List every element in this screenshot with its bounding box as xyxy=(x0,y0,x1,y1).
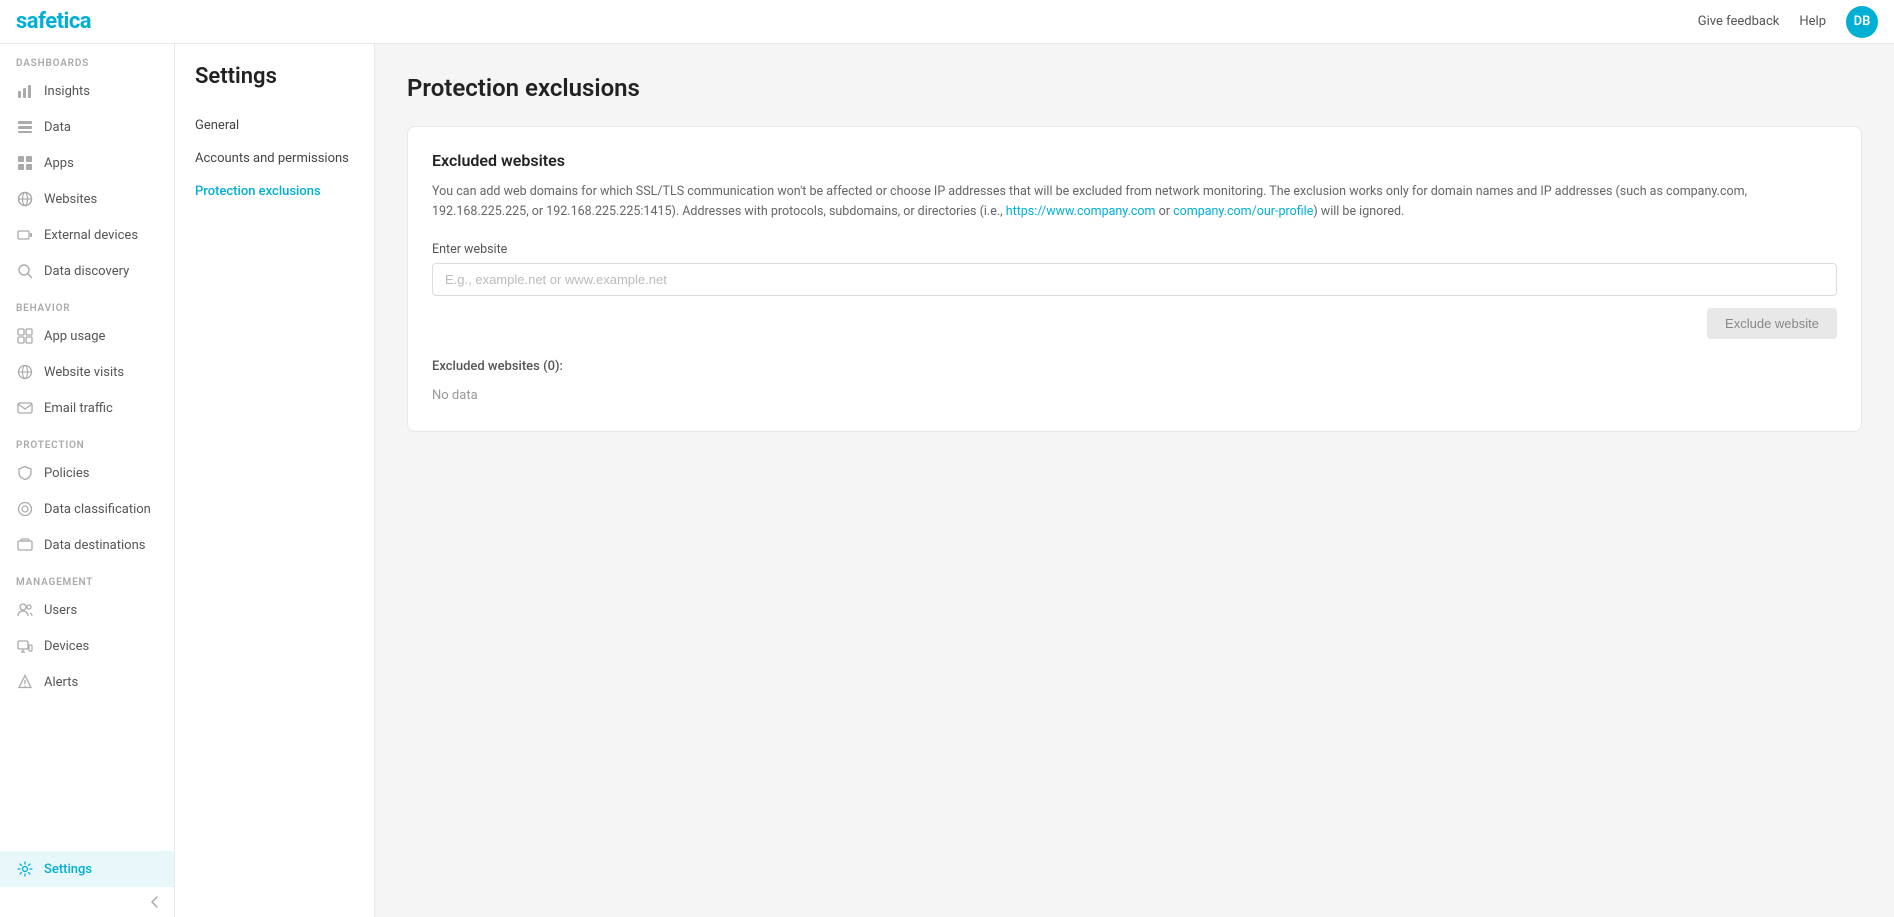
behavior-section-label: BEHAVIOR xyxy=(0,289,174,318)
sidebar-item-insights[interactable]: Insights xyxy=(0,73,174,109)
sidebar-item-data-classification-label: Data classification xyxy=(44,502,151,517)
exclude-btn-row: Exclude website xyxy=(432,308,1837,339)
data-classification-icon xyxy=(16,500,34,518)
sidebar-item-apps-label: Apps xyxy=(44,156,74,171)
insights-icon xyxy=(16,82,34,100)
settings-title: Settings xyxy=(175,64,374,109)
topbar: safetica Give feedback Help DB xyxy=(0,0,1894,44)
website-visits-icon xyxy=(16,363,34,381)
excluded-websites-card: Excluded websites You can add web domain… xyxy=(407,126,1862,432)
app-usage-icon xyxy=(16,327,34,345)
data-discovery-icon xyxy=(16,262,34,280)
sidebar-item-data-discovery-label: Data discovery xyxy=(44,264,129,279)
sidebar-item-devices[interactable]: Devices xyxy=(0,628,174,664)
sidebar-item-websites-label: Websites xyxy=(44,192,97,207)
data-destinations-icon xyxy=(16,536,34,554)
settings-nav-protection-exclusions[interactable]: Protection exclusions xyxy=(175,175,374,208)
sidebar-item-policies-label: Policies xyxy=(44,466,89,481)
sidebar-collapse-button[interactable] xyxy=(0,887,174,917)
sidebar-item-external-devices-label: External devices xyxy=(44,228,138,243)
sidebar-item-users-label: Users xyxy=(44,603,77,618)
settings-nav-accounts-permissions[interactable]: Accounts and permissions xyxy=(175,142,374,175)
dashboards-section-label: DASHBOARDS xyxy=(0,44,174,73)
users-icon xyxy=(16,601,34,619)
alerts-icon xyxy=(16,673,34,691)
sidebar-item-devices-label: Devices xyxy=(44,639,89,654)
topbar-right: Give feedback Help DB xyxy=(1698,6,1878,38)
avatar[interactable]: DB xyxy=(1846,6,1878,38)
sidebar-item-app-usage-label: App usage xyxy=(44,329,105,344)
sidebar-item-data-label: Data xyxy=(44,120,71,135)
logo: safetica xyxy=(16,9,91,34)
email-traffic-icon xyxy=(16,399,34,417)
main-content: Settings General Accounts and permission… xyxy=(175,44,1894,917)
settings-nav-general[interactable]: General xyxy=(175,109,374,142)
excluded-count-label: Excluded websites (0): xyxy=(432,359,1837,374)
sidebar-item-website-visits-label: Website visits xyxy=(44,365,124,380)
help-link[interactable]: Help xyxy=(1799,14,1826,29)
management-section-label: MANAGEMENT xyxy=(0,563,174,592)
give-feedback-link[interactable]: Give feedback xyxy=(1698,14,1780,29)
websites-icon xyxy=(16,190,34,208)
sidebar-item-alerts-label: Alerts xyxy=(44,675,78,690)
sidebar-item-app-usage[interactable]: App usage xyxy=(0,318,174,354)
sidebar-item-data-classification[interactable]: Data classification xyxy=(0,491,174,527)
excluded-websites-title: Excluded websites xyxy=(432,151,1837,170)
main-panel: Protection exclusions Excluded websites … xyxy=(375,44,1894,917)
sidebar-item-external-devices[interactable]: External devices xyxy=(0,217,174,253)
card-description: You can add web domains for which SSL/TL… xyxy=(432,182,1837,222)
sidebar-item-settings[interactable]: Settings xyxy=(0,851,174,887)
sidebar-item-email-traffic-label: Email traffic xyxy=(44,401,113,416)
page-title: Protection exclusions xyxy=(407,74,1862,102)
settings-icon xyxy=(16,860,34,878)
sidebar-item-data-discovery[interactable]: Data discovery xyxy=(0,253,174,289)
exclude-website-button[interactable]: Exclude website xyxy=(1707,308,1837,339)
sidebar-item-settings-label: Settings xyxy=(44,862,92,877)
data-icon xyxy=(16,118,34,136)
website-input[interactable] xyxy=(432,263,1837,296)
external-devices-icon xyxy=(16,226,34,244)
sidebar: DASHBOARDS Insights Data Apps Websites E… xyxy=(0,44,175,917)
policies-icon xyxy=(16,464,34,482)
settings-sidebar: Settings General Accounts and permission… xyxy=(175,44,375,917)
sidebar-item-data[interactable]: Data xyxy=(0,109,174,145)
sidebar-item-website-visits[interactable]: Website visits xyxy=(0,354,174,390)
enter-website-label: Enter website xyxy=(432,242,1837,257)
devices-icon xyxy=(16,637,34,655)
sidebar-item-data-destinations[interactable]: Data destinations xyxy=(0,527,174,563)
no-data-label: No data xyxy=(432,384,1837,407)
sidebar-item-users[interactable]: Users xyxy=(0,592,174,628)
sidebar-item-apps[interactable]: Apps xyxy=(0,145,174,181)
sidebar-item-alerts[interactable]: Alerts xyxy=(0,664,174,700)
sidebar-item-websites[interactable]: Websites xyxy=(0,181,174,217)
apps-icon xyxy=(16,154,34,172)
sidebar-item-insights-label: Insights xyxy=(44,84,90,99)
sidebar-item-data-destinations-label: Data destinations xyxy=(44,538,145,553)
sidebar-item-email-traffic[interactable]: Email traffic xyxy=(0,390,174,426)
sidebar-item-policies[interactable]: Policies xyxy=(0,455,174,491)
protection-section-label: PROTECTION xyxy=(0,426,174,455)
